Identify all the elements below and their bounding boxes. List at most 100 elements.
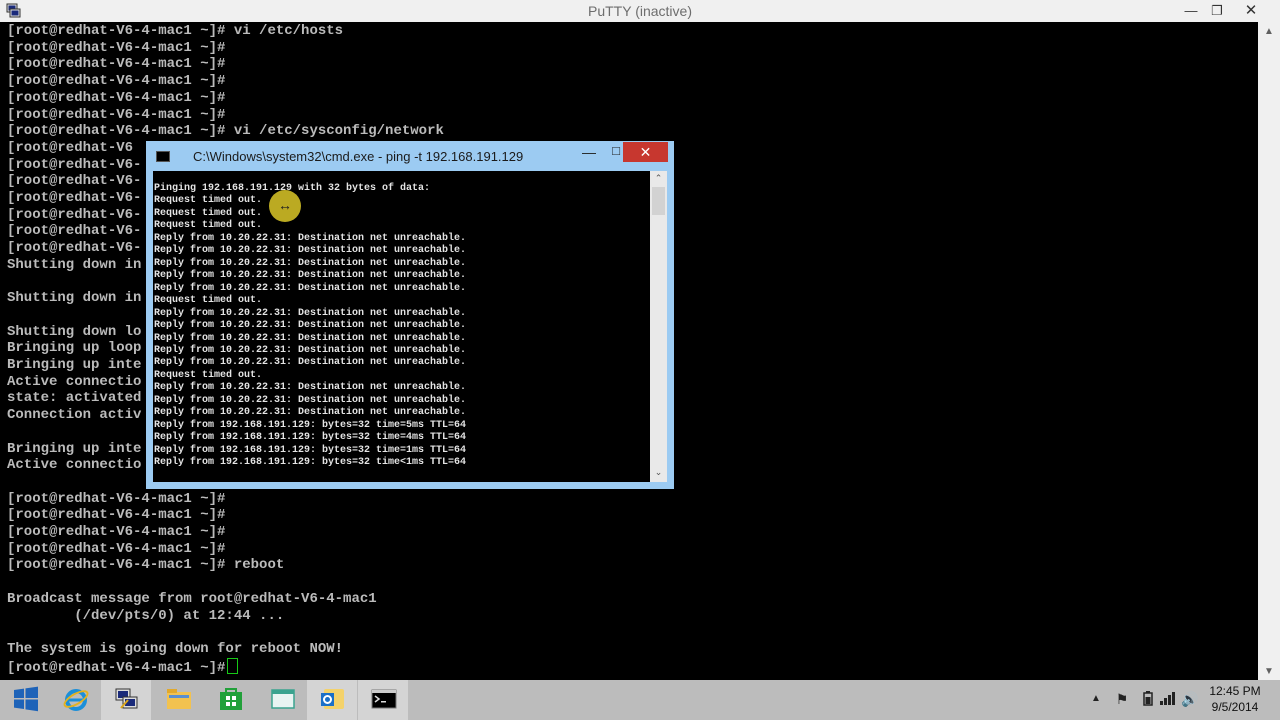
cmd-console[interactable]: Pinging 192.168.191.129 with 32 bytes of…: [153, 171, 650, 482]
terminal-line: [root@redhat-V6-: [7, 173, 142, 190]
terminal-line: [root@redhat-V6-: [7, 206, 142, 223]
windows-logo-icon: [14, 686, 38, 712]
terminal-line: [root@redhat-V6-4-mac1 ~]#: [7, 39, 226, 56]
folder-icon: [167, 689, 191, 709]
network-bars-icon: [1160, 692, 1175, 705]
terminal-line: [root@redhat-V6-4-mac1 ~]# vi /etc/sysco…: [7, 123, 444, 140]
clock-time[interactable]: 12:45 PM: [1200, 684, 1270, 698]
cmd-title-bar[interactable]: C:\Windows\system32\cmd.exe - ping -t 19…: [146, 141, 674, 171]
scroll-down-arrow-icon[interactable]: ▼: [1258, 666, 1280, 677]
terminal-line: The system is going down for reboot NOW!: [7, 640, 344, 657]
terminal-line: Bringing up loop: [7, 340, 142, 357]
network-icon[interactable]: [1158, 691, 1176, 708]
terminal-line: [root@redhat-V6-4-mac1 ~]# reboot: [7, 557, 285, 574]
console-line: Reply from 10.20.22.31: Destination net …: [154, 394, 467, 406]
terminal-line: [root@redhat-V6-4-mac1 ~]#: [7, 524, 226, 540]
putty-title-bar[interactable]: PuTTY (inactive) — ❐ ✕: [0, 0, 1280, 23]
console-line: Request timed out.: [154, 220, 263, 232]
terminal-line: Connection activ: [7, 407, 142, 424]
taskbar-internet-explorer[interactable]: [50, 680, 100, 720]
cmd-scrollbar[interactable]: ⌃ ⌄: [650, 171, 667, 482]
console-line: Request timed out.: [154, 207, 263, 219]
console-line: Reply from 192.168.191.129: bytes=32 tim…: [154, 419, 467, 431]
terminal-line: [root@redhat-V6-: [7, 156, 142, 173]
console-line: Reply from 10.20.22.31: Destination net …: [154, 344, 467, 356]
terminal-line: [root@redhat-V6-: [7, 190, 142, 206]
console-line: Request timed out.: [154, 369, 263, 381]
scroll-down-arrow-icon[interactable]: ⌄: [650, 467, 667, 478]
console-line: Reply from 10.20.22.31: Destination net …: [154, 357, 467, 369]
maximize-button[interactable]: ❐: [1204, 2, 1230, 20]
console-line: Reply from 10.20.22.31: Destination net …: [154, 332, 467, 344]
terminal-line: [root@redhat-V6-4-mac1 ~]#: [7, 56, 226, 73]
store-icon: [220, 688, 242, 710]
terminal-line: Broadcast message from root@redhat-V6-4-…: [7, 590, 377, 607]
terminal-line: [root@redhat-V6-4-mac1 ~]#: [7, 73, 226, 90]
taskbar-file-explorer[interactable]: [153, 680, 203, 720]
outlook-icon: [321, 689, 344, 709]
console-line: Reply from 192.168.191.129: bytes=32 tim…: [154, 432, 467, 444]
close-button[interactable]: ✕: [1238, 2, 1264, 20]
internet-explorer-icon: [63, 689, 89, 711]
putty-window-title: PuTTY (inactive): [588, 3, 692, 19]
console-line: Request timed out.: [154, 195, 263, 207]
terminal-line: Active connectio: [7, 457, 142, 474]
start-button[interactable]: [0, 680, 50, 720]
console-line: Reply from 10.20.22.31: Destination net …: [154, 270, 467, 282]
battery-shape-icon: [1143, 691, 1153, 706]
console-line: Reply from 10.20.22.31: Destination net …: [154, 407, 467, 419]
cmd-window[interactable]: C:\Windows\system32\cmd.exe - ping -t 19…: [146, 141, 674, 489]
taskbar-outlook[interactable]: [307, 680, 357, 720]
cmd-close-button[interactable]: ✕: [623, 142, 668, 162]
terminal-line: [root@redhat-V6-4-mac1 ~]# vi /etc/hosts: [7, 23, 344, 39]
terminal-line: [root@redhat-V6-4-mac1 ~]#: [7, 540, 226, 557]
console-line: Reply from 10.20.22.31: Destination net …: [154, 307, 467, 319]
resize-cursor-icon: ↔: [269, 190, 301, 222]
console-line: Reply from 192.168.191.129: bytes=32 tim…: [154, 444, 467, 456]
cmd-minimize-button[interactable]: —: [578, 144, 600, 160]
scroll-thumb[interactable]: [652, 187, 665, 215]
console-line: Reply from 10.20.22.31: Destination net …: [154, 382, 467, 394]
terminal-line: [root@redhat-V6-: [7, 223, 142, 240]
cmd-window-title: C:\Windows\system32\cmd.exe - ping -t 19…: [193, 149, 524, 164]
terminal-line: [root@redhat-V6: [7, 139, 134, 156]
console-line: Reply from 10.20.22.31: Destination net …: [154, 245, 467, 257]
scroll-up-arrow-icon[interactable]: ▲: [1258, 26, 1280, 37]
battery-icon[interactable]: [1139, 691, 1157, 709]
scroll-up-arrow-icon[interactable]: ⌃: [650, 173, 667, 184]
volume-icon[interactable]: 🔊: [1181, 691, 1199, 708]
action-center-flag-icon[interactable]: ⚑: [1113, 691, 1131, 708]
terminal-line: (/dev/pts/0) at 12:44 ...: [7, 607, 285, 624]
taskbar-putty[interactable]: [101, 680, 151, 720]
console-line: Reply from 192.168.191.129: bytes=32 tim…: [154, 457, 467, 469]
command-prompt-icon[interactable]: [156, 151, 170, 162]
terminal-line: Bringing up inte: [7, 440, 142, 457]
terminal-line: Active connectio: [7, 373, 142, 390]
terminal-line: Shutting down in: [7, 290, 142, 307]
console-line: Reply from 10.20.22.31: Destination net …: [154, 320, 467, 332]
window-icon: [271, 689, 295, 709]
taskbar-store[interactable]: [205, 680, 255, 720]
terminal-line: [root@redhat-V6-4-mac1 ~]#: [7, 507, 226, 524]
command-prompt-icon: [371, 689, 397, 709]
show-hidden-icons-chevron-icon[interactable]: ▲: [1087, 693, 1105, 704]
terminal-line: state: activated: [7, 390, 142, 407]
terminal-line: Shutting down in: [7, 256, 142, 273]
terminal-line: Shutting down lo: [7, 323, 142, 340]
taskbar-app[interactable]: [257, 680, 307, 720]
putty-scrollbar[interactable]: ▲ ▼: [1258, 22, 1280, 680]
terminal-line: [root@redhat-V6-4-mac1 ~]#: [7, 490, 226, 507]
taskbar: ▲ ⚑ 🔊: [0, 680, 1280, 720]
taskbar-cmd[interactable]: [358, 680, 408, 720]
terminal-line: [root@redhat-V6-4-mac1 ~]#: [7, 106, 226, 123]
terminal-line: [root@redhat-V6-: [7, 240, 142, 257]
minimize-button[interactable]: —: [1178, 2, 1204, 20]
console-line: Reply from 10.20.22.31: Destination net …: [154, 257, 467, 269]
console-line: Reply from 10.20.22.31: Destination net …: [154, 232, 467, 244]
terminal-line: [root@redhat-V6-4-mac1 ~]#: [7, 89, 226, 106]
clock-date[interactable]: 9/5/2014: [1200, 700, 1270, 714]
terminal-cursor: [227, 657, 239, 674]
terminal-line: Bringing up inte: [7, 357, 142, 373]
putty-icon: [115, 688, 138, 709]
terminal-line: [root@redhat-V6-4-mac1 ~]#: [7, 657, 239, 676]
